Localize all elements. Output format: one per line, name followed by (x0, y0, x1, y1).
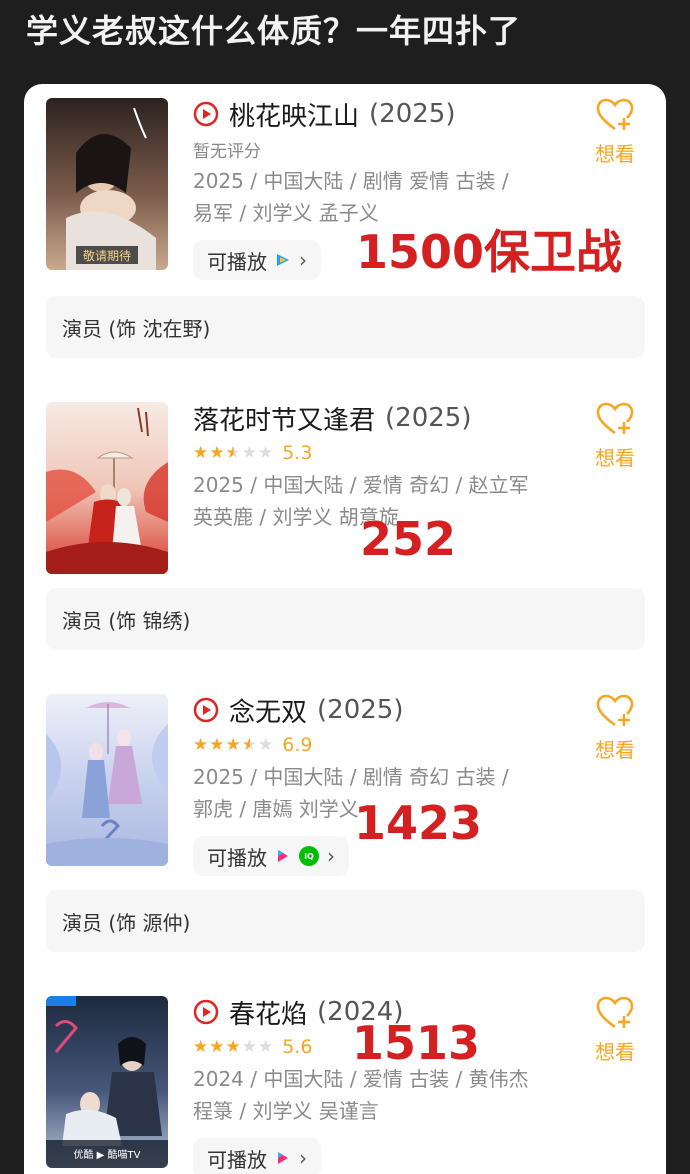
play-icon (193, 101, 219, 127)
movie-meta-line: 2025 / 中国大陆 / 爱情 奇幻 / 赵立军 (193, 473, 529, 497)
rating-score: 6.9 (282, 734, 313, 756)
cast-role-box[interactable]: 演员 (饰 源仲) (46, 890, 645, 952)
poster-text: 优酷 ▶ 酷喵TV (74, 1148, 141, 1161)
movie-poster[interactable]: 敬请期待 (46, 98, 168, 270)
cast-role-text: 演员 (饰 锦绣) (62, 608, 191, 633)
play-icon (193, 697, 219, 723)
want-label: 想看 (595, 738, 635, 762)
playable-label: 可播放 (207, 845, 267, 870)
want-label: 想看 (595, 446, 635, 470)
playable-label: 可播放 (207, 1147, 267, 1172)
want-to-watch-button[interactable]: 想看 (590, 996, 640, 1065)
play-icon (193, 999, 219, 1025)
youku-icon (278, 850, 288, 862)
playable-button[interactable]: 可播放 iQ › (193, 836, 349, 876)
youku-icon (278, 1152, 288, 1164)
cast-role-box[interactable]: 演员 (饰 锦绣) (46, 588, 645, 650)
movie-list-card: 敬请期待 桃花映江山 (2025) 暂无评分 2025 / 中国大陆 / 剧情 … (24, 84, 666, 1174)
movie-poster[interactable]: 优酷 ▶ 酷喵TV (46, 996, 168, 1168)
chevron-right-icon: › (327, 844, 335, 868)
heart-plus-icon (596, 996, 634, 1029)
cast-role-box[interactable]: 演员 (饰 沈在野) (46, 296, 645, 358)
movie-title[interactable]: 念无双 (229, 692, 307, 729)
want-label: 想看 (595, 1040, 635, 1064)
annotation-text: 1500保卫战 (356, 225, 623, 279)
annotation-text: 1423 (354, 796, 483, 850)
heart-plus-icon (596, 98, 634, 131)
playable-button[interactable]: 可播放 › (193, 240, 321, 280)
star-rating: ★★★★★ (193, 443, 275, 463)
tencent-video-icon (277, 254, 289, 266)
cast-role-text: 演员 (饰 源仲) (62, 910, 191, 935)
heart-plus-icon (596, 402, 634, 435)
heart-plus-icon (596, 694, 634, 727)
movie-meta-line: 2025 / 中国大陆 / 剧情 奇幻 古装 / (193, 765, 509, 789)
annotation-text: 252 (360, 512, 457, 566)
want-to-watch-button[interactable]: 想看 (590, 694, 640, 763)
want-label: 想看 (595, 142, 635, 166)
movie-poster[interactable] (46, 402, 168, 574)
movie-title[interactable]: 春花焰 (229, 994, 307, 1031)
movie-title[interactable]: 落花时节又逢君 (193, 400, 375, 437)
playable-button[interactable]: 可播放 › (193, 1138, 321, 1174)
chevron-right-icon: › (299, 248, 307, 272)
iqiyi-icon: iQ (299, 846, 319, 866)
chevron-right-icon: › (299, 1146, 307, 1170)
playable-label: 可播放 (207, 249, 267, 274)
want-to-watch-button[interactable]: 想看 (590, 402, 640, 471)
movie-title[interactable]: 桃花映江山 (229, 96, 359, 133)
poster-text: 敬请期待 (83, 249, 131, 263)
no-rating-text: 暂无评分 (193, 141, 261, 162)
star-rating: ★★★★★ (193, 735, 275, 755)
annotation-text: 1513 (352, 1016, 481, 1070)
movie-meta-line: 程箓 / 刘学义 吴谨言 (193, 1099, 379, 1123)
movie-meta-line: 2025 / 中国大陆 / 剧情 爱情 古装 / (193, 169, 509, 193)
movie-poster[interactable] (46, 694, 168, 866)
rating-score: 5.6 (282, 1036, 313, 1058)
star-rating: ★★★★★ (193, 1037, 275, 1057)
movie-year: (2025) (385, 403, 472, 433)
movie-year: (2025) (317, 695, 404, 725)
cast-role-text: 演员 (饰 沈在野) (62, 316, 211, 341)
movie-year: (2025) (369, 99, 456, 129)
post-title: 学义老叔这什么体质？一年四扑了 (26, 12, 522, 50)
want-to-watch-button[interactable]: 想看 (590, 98, 640, 167)
rating-score: 5.3 (282, 442, 313, 464)
